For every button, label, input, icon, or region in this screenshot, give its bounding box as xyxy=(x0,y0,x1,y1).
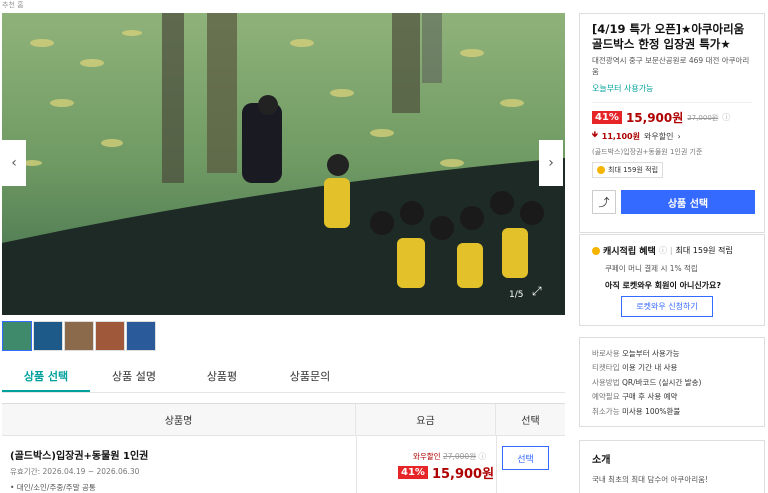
option-table: 상품명 요금 선택 xyxy=(2,403,565,436)
price-note: (골드박스)입장권+동물원 1인권 기준 xyxy=(592,148,703,156)
buy-button[interactable]: 상품 선택 xyxy=(621,190,755,214)
coin-icon xyxy=(592,246,600,255)
gallery-next-button[interactable]: › xyxy=(539,140,563,186)
product-address: 대전광역시 중구 보문산공원로 469 대전 아쿠아리움 xyxy=(592,56,750,76)
chevron-right-icon: › xyxy=(677,131,681,141)
header-price: 요금 xyxy=(356,404,496,435)
option-table-header: 상품명 요금 선택 xyxy=(2,404,565,436)
option-name: (골드박스)입장권+동물원 1인권 xyxy=(10,451,149,462)
option-discount-line: 와우할인 27,000원 ⓘ xyxy=(366,451,486,462)
info-row: 사용방법 QR/바코드 (실시간 발송) xyxy=(592,377,702,387)
header-name: 상품명 xyxy=(2,404,356,435)
tab-product-select[interactable]: 상품 선택 xyxy=(2,360,90,392)
info-icon[interactable]: ⓘ xyxy=(659,245,667,256)
reward-chip: 최대 159원 적립 xyxy=(592,162,664,178)
aquarium-photo xyxy=(2,13,565,315)
header-select: 선택 xyxy=(521,416,540,427)
thumbnail-4[interactable] xyxy=(95,321,125,351)
original-price: 27,000원 xyxy=(687,113,719,122)
gallery-prev-button[interactable]: ‹ xyxy=(2,140,26,186)
tab-product-description[interactable]: 상품 설명 xyxy=(90,360,178,392)
wow-price-row[interactable]: 🡻 11,100원 와우할인 › xyxy=(592,129,752,143)
info-row: 티켓타입 이용 기간 내 사용 xyxy=(592,363,678,373)
purchase-panel: [4/19 특가 오픈]★아쿠아리움 골드박스 한정 입장권 특가★ 대전광역시… xyxy=(579,13,765,233)
product-title: [4/19 특가 오픈]★아쿠아리움 골드박스 한정 입장권 특가★ xyxy=(592,22,745,51)
intro-panel: 소개 국내 최초의 최대 담수어 아쿠아리움! xyxy=(579,440,765,493)
info-icon[interactable]: ⓘ xyxy=(479,452,487,461)
gallery-counter: 1/5 xyxy=(509,290,524,300)
option-original-price: 27,000원 xyxy=(442,452,477,461)
thumbnail-2[interactable] xyxy=(33,321,63,351)
availability-text: 오늘부터 사용가능 xyxy=(592,84,654,93)
cash-reward-title: 캐시적립 혜택 xyxy=(603,247,656,257)
tab-inquiries[interactable]: 상품문의 xyxy=(266,360,354,392)
ticket-info-panel: 바로사용 오늘부터 사용가능 티켓타입 이용 기간 내 사용 사용방법 QR/바코드 … xyxy=(579,337,765,427)
intro-text: 국내 최초의 최대 담수어 아쿠아리움! xyxy=(592,475,709,484)
option-note: • 대인/소인/주중/주말 공통 xyxy=(10,483,96,492)
tab-reviews[interactable]: 상품평 xyxy=(178,360,266,392)
option-discount-label: 와우할인 xyxy=(412,452,441,461)
info-row: 취소가능 미사용 100%환불 xyxy=(592,406,681,416)
chevron-left-icon: ‹ xyxy=(11,155,17,171)
price-row: 41% 15,900원 27,000원 ⓘ xyxy=(592,109,752,126)
down-arrow-icon: 🡻 xyxy=(592,130,598,139)
wow-price: 11,100원 xyxy=(601,131,640,141)
option-period: 유효기간: 2026.04.19 ~ 2026.06.30 xyxy=(10,467,140,476)
breadcrumb[interactable]: 추천 홈 xyxy=(2,0,24,10)
sale-price: 15,900원 xyxy=(625,111,684,125)
reward-chip-text: 최대 159원 적립 xyxy=(608,166,659,174)
coin-icon xyxy=(597,166,605,174)
thumbnail-1[interactable] xyxy=(2,321,32,351)
option-price-line: 41% 15,900원 xyxy=(398,463,494,482)
info-row: 바로사용 오늘부터 사용가능 xyxy=(592,348,680,358)
expand-icon[interactable]: ⤢ xyxy=(532,284,542,299)
intro-heading: 소개 xyxy=(592,455,611,466)
info-row: 예약필요 구매 후 사용 예약 xyxy=(592,392,678,402)
product-image-gallery[interactable] xyxy=(2,13,565,315)
thumbnail-5[interactable] xyxy=(126,321,156,351)
chevron-right-icon: › xyxy=(548,155,554,171)
option-discount-badge: 41% xyxy=(398,466,428,479)
wow-label: 와우할인 xyxy=(643,131,674,141)
thumbnail-3[interactable] xyxy=(64,321,94,351)
cash-reward-panel: 캐시적립 혜택 ⓘ | 최대 159원 적립 쿠페이 머니 결제 시 1% 적립… xyxy=(579,234,765,326)
option-select-button[interactable]: 선택 xyxy=(502,446,549,470)
info-icon[interactable]: ⓘ xyxy=(722,112,730,123)
cash-reward-max: 최대 159원 적립 xyxy=(675,246,733,255)
share-icon: ⤴ xyxy=(598,196,610,209)
discount-badge: 41% xyxy=(592,111,622,124)
product-tabs: 상품 선택 상품 설명 상품평 상품문의 xyxy=(2,360,565,393)
share-button[interactable]: ⤴ xyxy=(592,190,616,214)
cash-reward-desc: 쿠페이 머니 결제 시 1% 적립 xyxy=(605,264,698,273)
thumbnail-strip xyxy=(2,321,156,351)
rocket-wow-signup-button[interactable]: 로켓와우 신청하기 xyxy=(621,296,713,317)
rocket-wow-question: 아직 로켓와우 회원이 아니신가요? xyxy=(605,281,722,290)
option-price: 15,900원 xyxy=(431,467,495,482)
